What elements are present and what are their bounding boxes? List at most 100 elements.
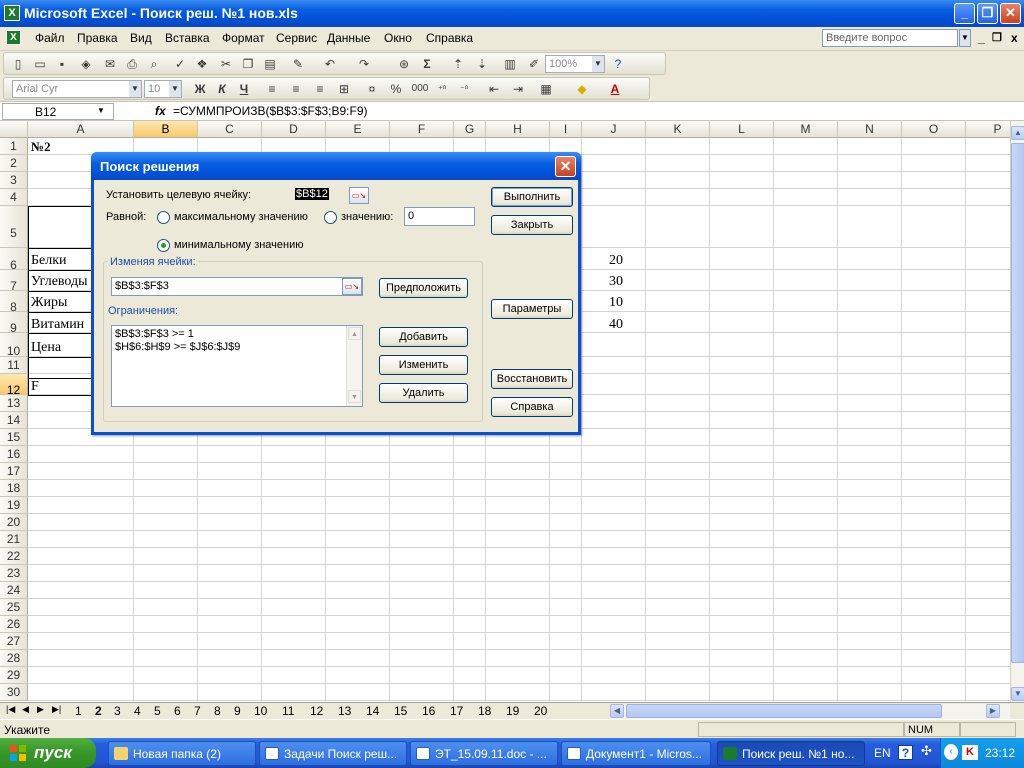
value-radio-label[interactable]: значению: [341,211,393,223]
fill-color-icon[interactable]: ◆ [574,81,590,97]
menu-data[interactable]: Данные [327,31,370,45]
row-header-26[interactable]: 26 [0,616,28,633]
task-folder[interactable]: Новая папка (2) [108,741,256,766]
dialog-close-icon[interactable]: ✕ [555,156,576,177]
constraints-scroll-up-icon[interactable]: ▲ [348,327,361,340]
cell-a12[interactable]: F [31,379,39,395]
task-word-3[interactable]: Документ1 - Micros... [561,741,711,766]
sheet-tab-10[interactable]: 10 [254,704,267,718]
next-sheet-icon[interactable]: ▶ [37,704,44,715]
select-all-corner[interactable] [0,121,28,138]
excel-app-icon[interactable]: X [4,5,20,21]
sheet-tab-1[interactable]: 1 [75,704,82,718]
autosum-icon[interactable]: Σ [419,56,435,72]
column-header-i[interactable]: I [550,121,582,138]
print-preview-icon[interactable]: ⌕ [146,56,162,72]
percent-button[interactable]: % [388,81,404,97]
merge-center-icon[interactable]: ⊞ [336,81,352,97]
menu-help[interactable]: Справка [426,31,473,45]
sheet-tab-12[interactable]: 12 [310,704,323,718]
cell-a10[interactable]: Цена [31,340,61,356]
sheet-tab-7[interactable]: 7 [194,704,201,718]
min-radio[interactable] [157,239,170,252]
row-header-23[interactable]: 23 [0,565,28,582]
row-header-28[interactable]: 28 [0,650,28,667]
row-header-2[interactable]: 2 [0,155,28,172]
constraints-scrollbar[interactable]: ▲ ▼ [346,326,362,406]
network-icon[interactable]: ✣ [921,743,932,759]
row-header-20[interactable]: 20 [0,514,28,531]
sheet-tab-16[interactable]: 16 [422,704,435,718]
reset-all-button[interactable]: Восстановить [491,369,573,389]
thousands-button[interactable]: 000 [410,81,430,97]
borders-icon[interactable]: ▦ [538,81,554,97]
sort-ascending-icon[interactable]: ⇡ [450,56,466,72]
max-radio-label[interactable]: максимальному значению [174,211,308,223]
row-header-13[interactable]: 13 [0,395,28,412]
horizontal-scrollbar[interactable]: ◀ ▶ [610,704,1010,719]
first-sheet-icon[interactable]: |◀ [6,704,15,715]
row-header-21[interactable]: 21 [0,531,28,548]
row-header-1[interactable]: 1 [0,138,28,155]
print-icon[interactable]: ⎙ [124,56,140,72]
menu-insert[interactable]: Вставка [165,31,210,45]
cell-j7[interactable]: 30 [609,274,623,290]
changing-collapse-icon[interactable]: ▭↘ [342,278,362,295]
doc-minimize-button[interactable]: _ [978,31,985,45]
min-radio-label[interactable]: минимальному значению [174,239,304,251]
decrease-indent-icon[interactable]: ⇤ [486,81,502,97]
increase-indent-icon[interactable]: ⇥ [510,81,526,97]
row-header-10[interactable]: 10 [0,333,28,358]
sheet-tab-4[interactable]: 4 [134,704,141,718]
chart-wizard-icon[interactable]: ▥ [502,56,518,72]
start-button[interactable]: пуск [0,738,96,768]
cell-j6[interactable]: 20 [609,253,623,269]
row-header-6[interactable]: 6 [0,248,28,272]
row-header-25[interactable]: 25 [0,599,28,616]
sheet-tab-20[interactable]: 20 [534,704,547,718]
antivirus-icon[interactable]: K [962,745,978,760]
sheet-tab-9[interactable]: 9 [234,704,241,718]
dialog-title-bar[interactable]: Поиск решения ✕ [91,152,581,180]
row-header-22[interactable]: 22 [0,548,28,565]
value-radio[interactable] [324,211,337,224]
underline-button[interactable]: Ч [236,81,252,97]
row-header-5[interactable]: 5 [0,206,28,248]
value-input[interactable]: 0 [404,207,475,226]
menu-file[interactable]: Файл [35,31,65,45]
cell-a6[interactable]: Белки [31,253,67,269]
column-header-m[interactable]: M [774,121,838,138]
row-header-24[interactable]: 24 [0,582,28,599]
language-indicator[interactable]: EN [874,746,891,760]
formula-input[interactable]: =СУММПРОИЗВ($B$3:$F$3;B9:F9) [173,104,368,118]
column-header-l[interactable]: L [710,121,774,138]
align-left-icon[interactable]: ≡ [264,81,280,97]
vertical-scrollbar[interactable]: ▲ ▼ [1010,121,1024,702]
help-question-input[interactable]: Введите вопрос [822,29,958,47]
decrease-decimal-icon[interactable]: ⁻⁰ [456,81,472,97]
research-icon[interactable]: ❖ [194,56,210,72]
undo-icon[interactable]: ↶ [322,56,338,72]
drawing-icon[interactable]: ✐ [526,56,542,72]
column-header-p[interactable]: P [966,121,1010,138]
change-button[interactable]: Изменить [379,355,468,375]
close-dialog-button[interactable]: Закрыть [491,215,573,235]
constraint-item[interactable]: $B$3:$F$3 >= 1 [115,328,359,341]
help-icon[interactable]: ? [898,745,913,760]
column-header-c[interactable]: C [198,121,262,138]
sheet-tab-3[interactable]: 3 [114,704,121,718]
increase-decimal-icon[interactable]: ⁺⁰ [434,81,450,97]
sheet-tab-2[interactable]: 2 [95,704,102,718]
sheet-tab-19[interactable]: 19 [506,704,519,718]
vertical-scroll-thumb[interactable] [1011,143,1024,663]
row-header-11[interactable]: 11 [0,357,28,374]
align-right-icon[interactable]: ≡ [312,81,328,97]
copy-icon[interactable]: ❐ [240,56,256,72]
help-dropdown-icon[interactable]: ▼ [959,29,971,47]
cell-j8[interactable]: 10 [609,295,623,311]
sheet-tab-15[interactable]: 15 [394,704,407,718]
menu-window[interactable]: Окно [384,31,412,45]
font-size-select[interactable]: 10 ▼ [144,80,182,98]
sheet-tab-17[interactable]: 17 [450,704,463,718]
constraint-item[interactable]: $H$6:$H$9 >= $J$6:$J$9 [115,341,359,354]
